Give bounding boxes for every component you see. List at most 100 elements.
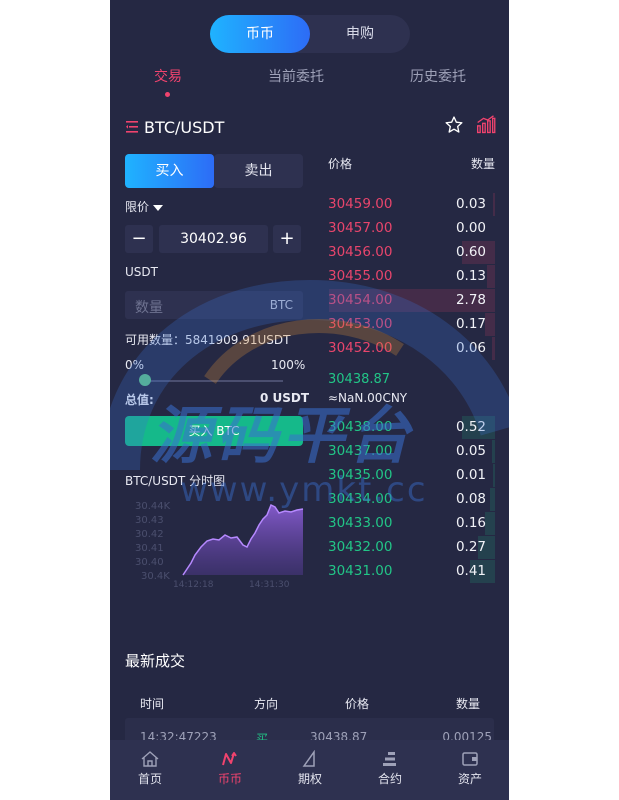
nav-coin-label: 币币 (217, 772, 242, 786)
quantity-placeholder: 数量 (135, 300, 163, 316)
bid-price[interactable]: 30432.00 (328, 539, 392, 555)
bid-quantity: 0.41 (455, 563, 486, 579)
ask-quantity: 0.06 (455, 340, 486, 356)
pair-title[interactable]: BTC/USDT (144, 118, 224, 137)
last-price-cny: ≈NaN.00CNY (328, 391, 408, 405)
buy-btc-button[interactable]: 买入 BTC (125, 416, 303, 446)
sell-tab[interactable]: 卖出 (214, 154, 303, 188)
nav-assets[interactable]: 资产 (430, 740, 509, 800)
ask-price[interactable]: 30455.00 (328, 268, 392, 284)
recent-header-time: 时间 (140, 697, 165, 711)
contract-icon (383, 752, 396, 766)
quantity-unit: BTC (269, 298, 293, 312)
total-value: 0 USDT (260, 391, 310, 405)
market-segment-control: 币币 申购 (210, 15, 410, 53)
mini-chart-title: BTC/USDT 分时图 (125, 474, 226, 488)
order-type-label: 限价 (125, 200, 150, 214)
mini-chart-xtick: 14:31:30 (249, 580, 290, 590)
mini-chart-ytick: 30.41 (135, 543, 164, 554)
mini-chart-area (183, 505, 303, 575)
price-input[interactable]: 30402.96 (159, 225, 268, 253)
orderbook-price-header: 价格 (328, 157, 353, 171)
nav-home-label: 首页 (137, 772, 162, 786)
ask-price[interactable]: 30454.00 (328, 292, 392, 308)
depth-bar (485, 313, 495, 336)
bid-quantity: 0.52 (455, 419, 486, 435)
caret-down-icon (152, 204, 163, 211)
recent-trades-title: 最新成交 (125, 652, 186, 670)
mini-chart-ytick: 30.4K (141, 571, 170, 582)
slider-max-label: 100% (271, 358, 306, 372)
nav-contract[interactable]: 合约 (350, 740, 430, 800)
bid-quantity: 0.16 (455, 515, 486, 531)
bid-price[interactable]: 30435.00 (328, 467, 392, 483)
price-increase-button[interactable]: + (273, 225, 301, 253)
ask-price[interactable]: 30456.00 (328, 244, 392, 260)
segment-subscribe[interactable]: 申购 (310, 15, 410, 53)
tab-open-orders[interactable]: 当前委托 (268, 66, 324, 86)
nav-contract-label: 合约 (377, 772, 402, 786)
mini-chart-ytick: 30.40 (135, 557, 164, 568)
last-price: 30438.87 (328, 372, 391, 387)
tab-order-history[interactable]: 历史委托 (410, 66, 466, 86)
active-tab-indicator (165, 92, 170, 97)
depth-bar (493, 464, 495, 487)
wallet-icon (462, 752, 478, 766)
orderbook-qty-header: 数量 (470, 157, 495, 171)
quantity-input[interactable]: 数量 BTC (125, 291, 303, 319)
trade-screen: 币币 申购 交易 当前委托 历史委托 BTC/USDT 买入 卖出 限价 − 3… (110, 0, 509, 800)
mini-chart-ytick: 30.44K (135, 501, 171, 512)
nav-home[interactable]: 首页 (110, 740, 190, 800)
bid-quantity: 0.27 (455, 539, 486, 555)
quote-currency-label: USDT (125, 265, 158, 279)
bid-quantity: 0.08 (455, 491, 486, 507)
order-type-select[interactable]: 限价 (125, 198, 163, 215)
buy-tab[interactable]: 买入 (125, 154, 214, 188)
ask-price[interactable]: 30457.00 (328, 220, 392, 236)
pair-list-icon[interactable] (126, 120, 142, 134)
ask-quantity: 0.13 (455, 268, 486, 284)
bid-price[interactable]: 30433.00 (328, 515, 392, 531)
ask-quantity: 2.78 (455, 292, 486, 308)
depth-bar (485, 512, 495, 535)
bid-price[interactable]: 30434.00 (328, 491, 392, 507)
slider-min-label: 0% (125, 358, 145, 372)
mini-price-chart: 30.44K 30.43 30.42 30.41 30.40 30.4K 14:… (135, 501, 304, 590)
bid-quantity: 0.01 (455, 467, 486, 483)
ask-price[interactable]: 30459.00 (328, 196, 392, 212)
bid-price[interactable]: 30438.00 (328, 419, 392, 435)
mini-chart-ytick: 30.43 (135, 515, 164, 526)
segment-spot[interactable]: 币币 (210, 15, 310, 53)
ask-quantity: 0.03 (455, 196, 486, 212)
bid-price[interactable]: 30437.00 (328, 443, 392, 459)
home-icon (141, 751, 159, 767)
nav-options[interactable]: 期权 (270, 740, 350, 800)
depth-bar (492, 440, 495, 463)
percentage-slider-handle[interactable] (139, 374, 151, 386)
bid-price[interactable]: 30431.00 (328, 563, 392, 579)
recent-header-qty: 数量 (455, 697, 480, 711)
bid-quantity: 0.05 (455, 443, 486, 459)
nav-coin[interactable]: 币币 (190, 740, 270, 800)
nav-assets-label: 资产 (457, 772, 482, 786)
bottom-navigation: 首页 币币 期权 合约 资产 (110, 740, 509, 800)
coin-trade-icon (222, 752, 237, 766)
ask-price[interactable]: 30452.00 (328, 340, 392, 356)
options-icon (302, 750, 315, 767)
total-label: 总值: (125, 393, 154, 407)
available-balance: 可用数量：5841909.91USDT (125, 333, 291, 347)
mini-chart-xtick: 14:12:18 (173, 580, 214, 590)
ask-quantity: 0.17 (455, 316, 486, 332)
ask-quantity: 0.60 (455, 244, 486, 260)
recent-header-price: 价格 (345, 697, 370, 711)
ask-price[interactable]: 30453.00 (328, 316, 392, 332)
kline-chart-icon[interactable] (476, 115, 496, 135)
percentage-slider-track[interactable] (145, 380, 283, 382)
price-decrease-button[interactable]: − (125, 225, 153, 253)
mini-chart-ytick: 30.42 (135, 529, 164, 540)
tab-trade[interactable]: 交易 (154, 66, 182, 86)
favorite-star-icon[interactable] (444, 115, 464, 135)
depth-bar (492, 337, 495, 360)
depth-bar (490, 488, 495, 511)
depth-bar (487, 265, 495, 288)
